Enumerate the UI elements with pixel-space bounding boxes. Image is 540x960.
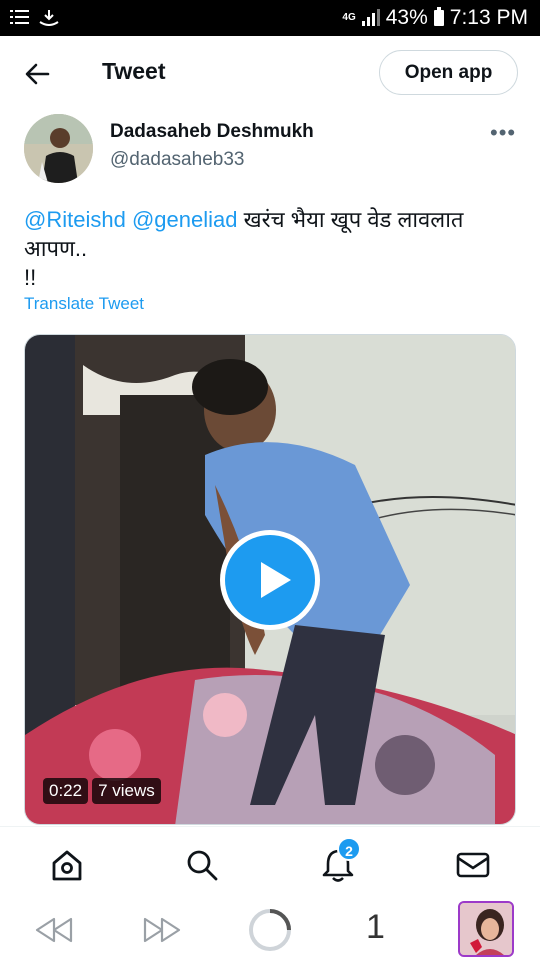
video-views: 7 views (92, 778, 161, 804)
more-options-icon[interactable]: ••• (490, 120, 516, 146)
clock: 7:13 PM (449, 6, 528, 29)
browser-profile-thumbnail[interactable] (458, 901, 514, 957)
back-arrow-icon[interactable] (22, 59, 52, 89)
play-button[interactable] (220, 530, 320, 630)
mention-link[interactable]: @geneliad (132, 207, 238, 232)
battery-percent: 43% (385, 6, 428, 29)
rewind-back-icon[interactable] (34, 916, 74, 944)
author-name[interactable]: Dadasaheb Deshmukh (110, 121, 314, 143)
signal-icon (361, 9, 380, 26)
tweet-body-2: !! (24, 265, 37, 290)
loading-spinner-icon[interactable] (248, 908, 292, 952)
video-player[interactable]: 0:22 7 views (24, 334, 516, 825)
mention-link[interactable]: @Riteishd (24, 207, 126, 232)
home-icon[interactable] (49, 847, 85, 883)
search-icon[interactable] (184, 847, 220, 883)
forward-icon[interactable] (142, 916, 182, 944)
status-left-icons (10, 8, 60, 26)
video-badges: 0:22 7 views (43, 778, 161, 804)
notification-count-badge: 2 (337, 837, 361, 861)
play-icon (225, 535, 315, 625)
profile-thumbnail-image (460, 903, 512, 955)
author-handle[interactable]: @dadasaheb33 (110, 149, 244, 171)
status-right: 4G 43% 7:13 PM (342, 6, 528, 30)
network-type: 4G (342, 12, 356, 23)
battery-icon (433, 7, 444, 26)
status-bar: 4G 43% 7:13 PM (0, 0, 540, 36)
top-header: Tweet Open app (0, 36, 540, 110)
tab-count[interactable]: 1 (366, 908, 385, 947)
notification-list-icon (10, 10, 29, 24)
bottom-tab-bar (0, 826, 540, 896)
data-saver-icon (39, 10, 59, 26)
author-avatar[interactable] (24, 114, 93, 183)
translate-tweet-link[interactable]: Translate Tweet (24, 294, 144, 314)
tweet-text: @Riteishd @geneliad खरंच भैया खूप वेड ला… (24, 205, 516, 292)
messages-mail-icon[interactable] (455, 847, 491, 883)
open-app-button[interactable]: Open app (379, 50, 518, 95)
page-title: Tweet (102, 58, 166, 84)
video-duration: 0:22 (43, 778, 89, 804)
avatar-image (24, 114, 93, 183)
